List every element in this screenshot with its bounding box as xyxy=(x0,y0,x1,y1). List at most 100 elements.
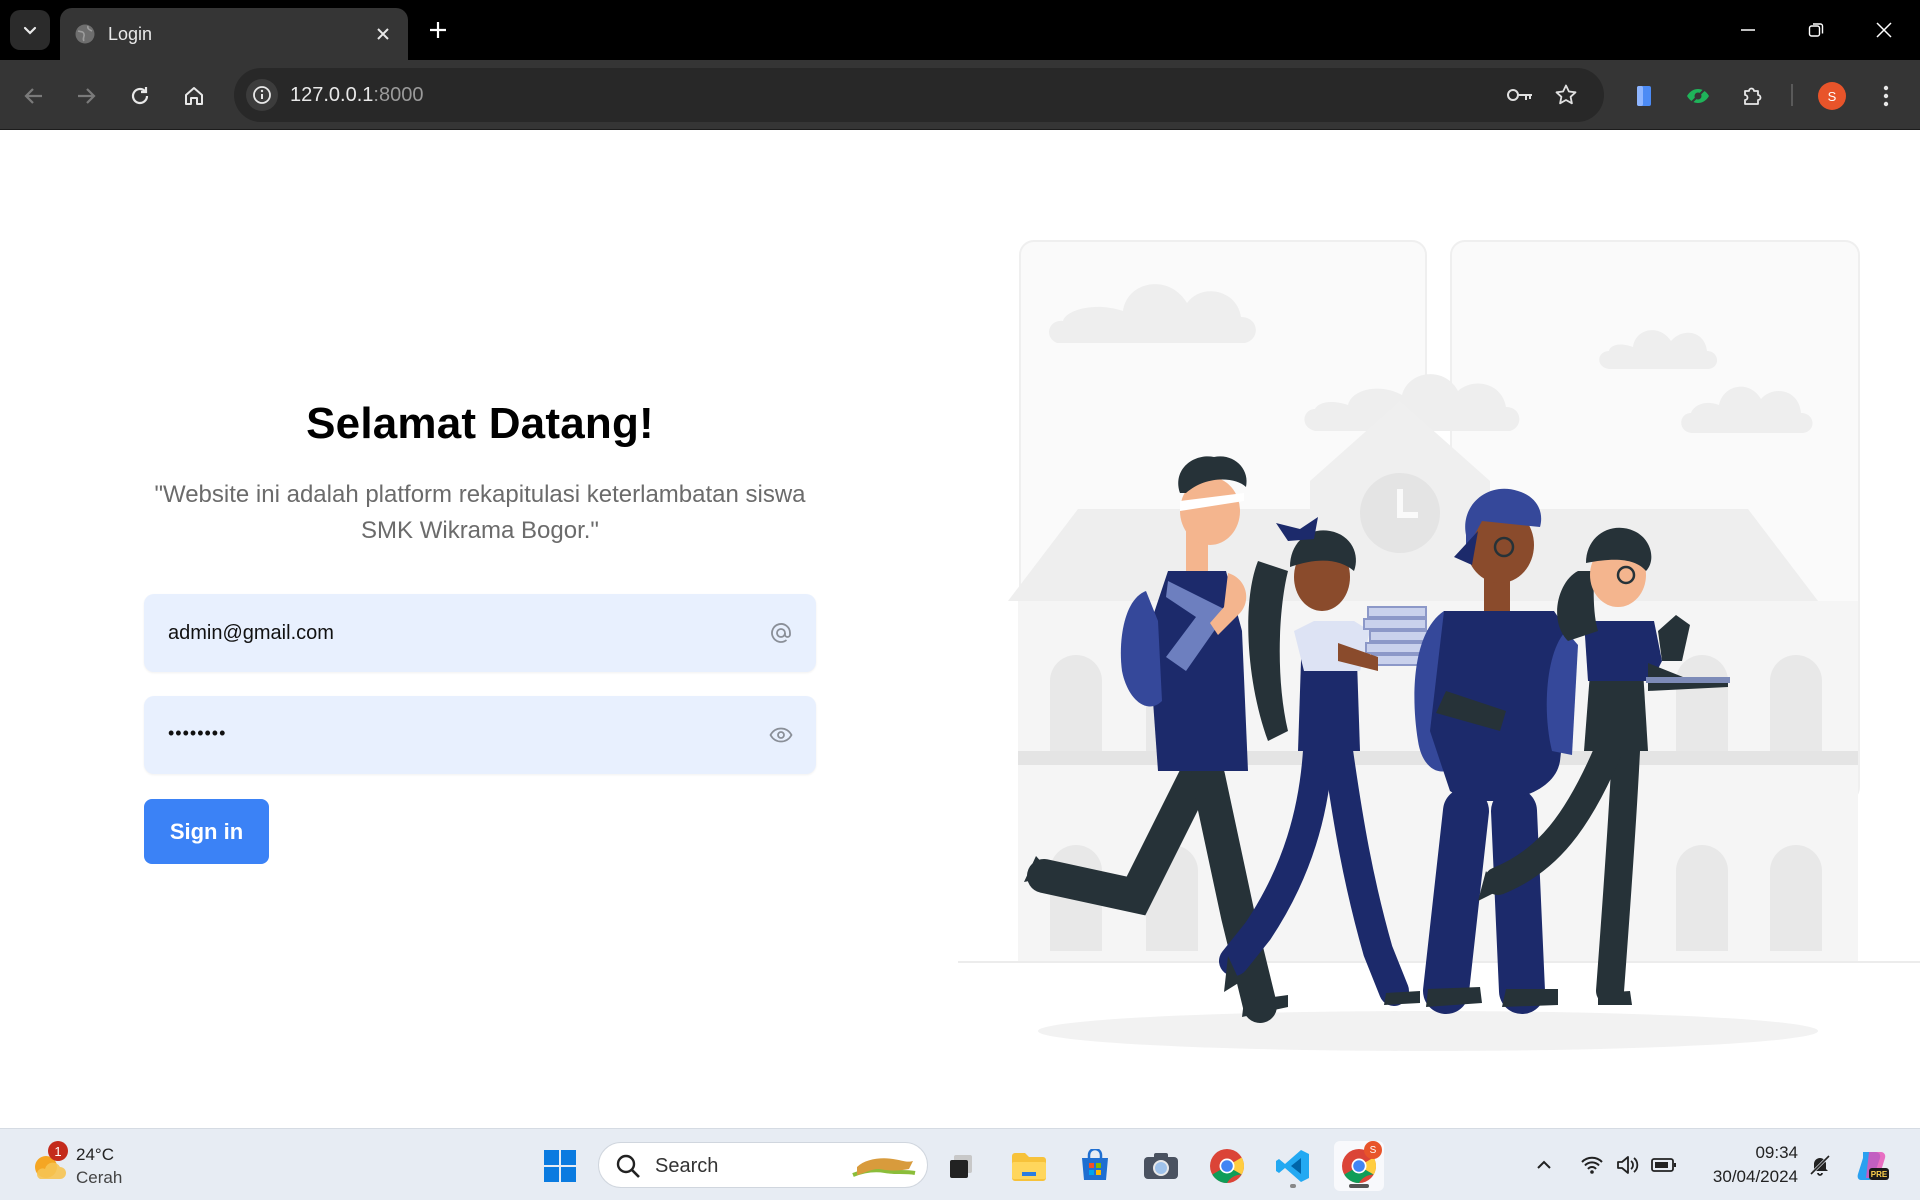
battery-icon xyxy=(1651,1158,1676,1172)
back-button[interactable] xyxy=(14,76,54,116)
taskbar-search[interactable]: Search xyxy=(598,1142,928,1188)
sign-in-button[interactable]: Sign in xyxy=(144,799,269,864)
students-illustration xyxy=(958,240,1920,1051)
task-view-icon xyxy=(950,1155,972,1178)
clock-time: 09:34 xyxy=(1755,1143,1798,1162)
reload-button[interactable] xyxy=(120,76,160,116)
address-bar[interactable]: 127.0.0.1:8000 xyxy=(234,68,1604,122)
clock[interactable]: 09:34 30/04/2024 xyxy=(1688,1141,1798,1189)
globe-icon xyxy=(75,24,95,44)
email-value: admin@gmail.com xyxy=(168,622,334,644)
notifications-button[interactable] xyxy=(1800,1145,1840,1185)
url-text: 127.0.0.1:8000 xyxy=(290,84,423,107)
svg-text:PRE: PRE xyxy=(1871,1170,1888,1179)
search-label: Search xyxy=(655,1155,719,1177)
home-button[interactable] xyxy=(174,76,214,116)
show-hidden-icons-button[interactable] xyxy=(1524,1145,1564,1185)
network-button[interactable] xyxy=(1572,1145,1612,1185)
bell-off-icon xyxy=(1809,1154,1831,1176)
restore-icon xyxy=(1808,23,1824,37)
back-icon xyxy=(24,88,42,104)
chevron-down-icon xyxy=(23,26,37,35)
close-icon xyxy=(377,28,389,40)
microsoft-store-button[interactable] xyxy=(1070,1141,1120,1191)
site-info-button[interactable] xyxy=(246,79,278,111)
folder-icon xyxy=(1012,1153,1046,1181)
clock-date: 30/04/2024 xyxy=(1712,1167,1798,1186)
document-extension-icon xyxy=(1637,86,1651,106)
restore-button[interactable] xyxy=(1783,0,1849,60)
login-page: Selamat Datang! "Website ini adalah plat… xyxy=(0,131,1920,1128)
vscode-icon xyxy=(1276,1150,1309,1182)
tab-login[interactable]: Login xyxy=(60,8,408,60)
weather-widget[interactable]: 1 24°C Cerah xyxy=(28,1141,148,1191)
password-field[interactable]: •••••••• xyxy=(144,696,816,774)
bookmark-star-button[interactable] xyxy=(1550,79,1582,111)
browser-menu-button[interactable] xyxy=(1866,76,1906,116)
at-icon xyxy=(768,620,794,646)
extension-green-button[interactable] xyxy=(1678,76,1718,116)
copilot-button[interactable]: PRE xyxy=(1852,1145,1892,1185)
extension-icon xyxy=(1744,87,1762,105)
tab-close-button[interactable] xyxy=(370,21,396,47)
weather-badge: 1 xyxy=(48,1141,68,1161)
running-indicator xyxy=(1290,1184,1296,1188)
chrome-taskbar-button[interactable] xyxy=(1202,1141,1252,1191)
volume-icon xyxy=(1617,1156,1639,1174)
volume-button[interactable] xyxy=(1608,1145,1648,1185)
reload-icon xyxy=(131,87,149,105)
key-icon xyxy=(1507,89,1532,101)
store-icon xyxy=(1082,1149,1108,1180)
weather-temp: 24°C xyxy=(76,1145,114,1164)
eye-icon xyxy=(769,727,793,743)
browser-tab-strip: Login xyxy=(0,0,1920,60)
url-port: :8000 xyxy=(373,84,424,106)
toolbar-separator xyxy=(1791,84,1793,106)
camera-icon xyxy=(1144,1153,1178,1179)
vscode-taskbar-button[interactable] xyxy=(1268,1141,1318,1191)
star-icon xyxy=(1555,84,1577,105)
new-tab-button[interactable] xyxy=(422,14,454,46)
active-indicator xyxy=(1349,1184,1369,1188)
menu-icon xyxy=(1883,85,1889,107)
toggle-password-visibility-button[interactable] xyxy=(768,722,794,748)
copilot-icon: PRE xyxy=(1857,1152,1889,1180)
search-icon xyxy=(616,1154,640,1178)
close-icon xyxy=(1876,22,1892,38)
close-window-button[interactable] xyxy=(1851,0,1917,60)
tab-search-button[interactable] xyxy=(10,10,50,50)
forward-icon xyxy=(78,88,96,104)
task-view-button[interactable] xyxy=(936,1141,986,1191)
email-field[interactable]: admin@gmail.com xyxy=(144,594,816,672)
minimize-button[interactable] xyxy=(1715,0,1781,60)
welcome-block: Selamat Datang! "Website ini adalah plat… xyxy=(130,399,830,549)
plus-icon xyxy=(430,22,446,38)
weather-condition: Cerah xyxy=(76,1168,123,1187)
wifi-icon xyxy=(1581,1156,1603,1174)
cheetah-highlight-icon xyxy=(852,1158,916,1177)
tab-title: Login xyxy=(108,23,153,44)
extension-blue-button[interactable] xyxy=(1624,76,1664,116)
chrome-profile-taskbar-button[interactable]: S xyxy=(1334,1141,1384,1191)
page-subtitle: "Website ini adalah platform rekapitulas… xyxy=(154,481,806,544)
info-icon xyxy=(253,86,271,104)
battery-button[interactable] xyxy=(1644,1145,1684,1185)
home-icon xyxy=(185,87,203,105)
url-host: 127.0.0.1 xyxy=(290,84,374,106)
chrome-icon xyxy=(1210,1149,1244,1183)
start-button[interactable] xyxy=(535,1141,585,1191)
file-explorer-button[interactable] xyxy=(1004,1141,1054,1191)
chrome-profile-badge: S xyxy=(1364,1141,1382,1159)
camera-app-button[interactable] xyxy=(1136,1141,1186,1191)
extensions-button[interactable] xyxy=(1732,76,1772,116)
profile-avatar[interactable]: S xyxy=(1818,82,1846,110)
chevron-up-icon xyxy=(1537,1160,1551,1169)
password-value: •••••••• xyxy=(168,723,227,743)
forward-button[interactable] xyxy=(66,76,106,116)
windows-taskbar: 1 24°C Cerah Search S 09:34 30/04/2024 P… xyxy=(0,1128,1920,1200)
password-key-button[interactable] xyxy=(1504,79,1536,111)
minimize-icon xyxy=(1741,29,1755,31)
eye-slash-extension-icon xyxy=(1687,87,1709,105)
windows-icon xyxy=(544,1150,576,1182)
browser-toolbar: 127.0.0.1:8000 S xyxy=(0,60,1920,130)
